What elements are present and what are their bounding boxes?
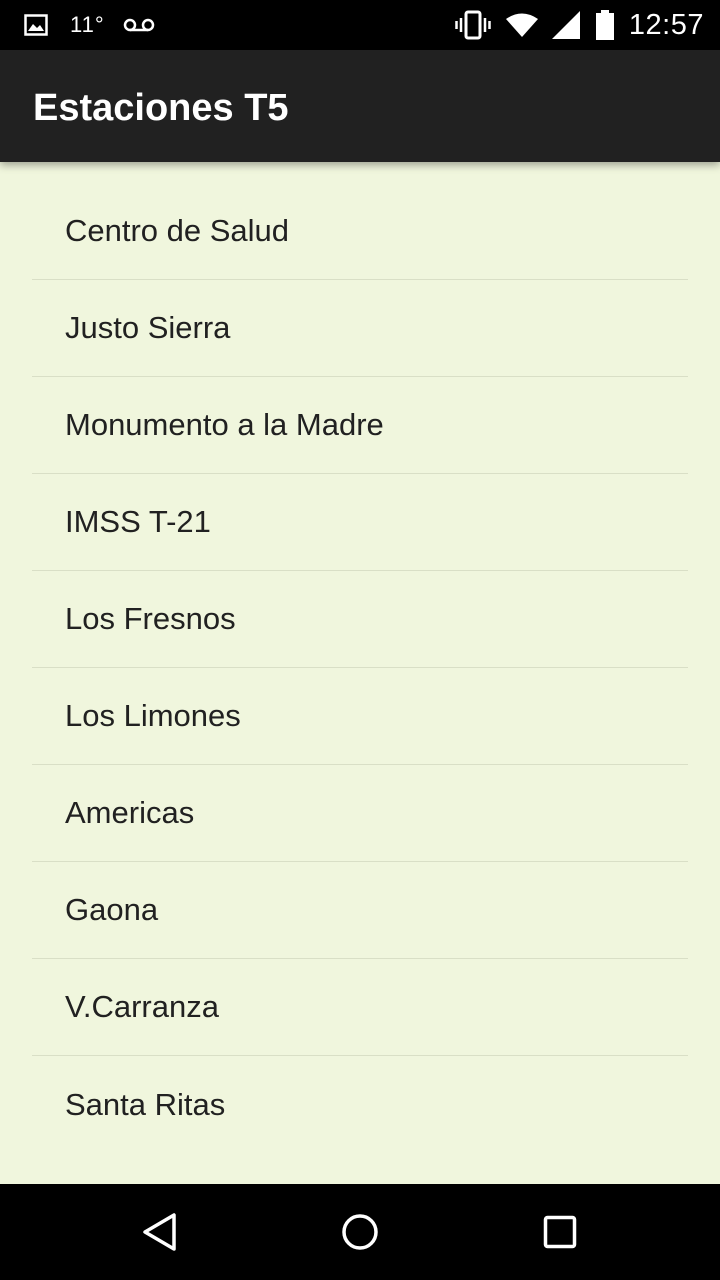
list-item-label: Gaona: [65, 892, 159, 927]
list-item[interactable]: Justo Sierra: [32, 280, 688, 377]
list-item-label: Los Limones: [65, 698, 241, 733]
recents-button[interactable]: [500, 1184, 620, 1280]
home-button[interactable]: [300, 1184, 420, 1280]
list-item[interactable]: Los Fresnos: [32, 571, 688, 668]
list-item-label: Americas: [65, 795, 195, 830]
voicemail-icon: [123, 17, 155, 33]
list-item-label: IMSS T-21: [65, 504, 211, 539]
list-item[interactable]: Gaona: [32, 862, 688, 959]
temperature-text: 11°: [70, 12, 105, 37]
list-item[interactable]: IMSS T-21: [32, 474, 688, 571]
status-left: 11°: [24, 0, 155, 50]
list-item-label: Los Fresnos: [65, 601, 236, 636]
list-item[interactable]: Centro de Salud: [32, 183, 688, 280]
list-item-label: Justo Sierra: [65, 310, 231, 345]
signal-icon: [551, 10, 581, 40]
page-title: Estaciones T5: [33, 87, 289, 129]
station-list[interactable]: Centro de Salud Justo Sierra Monumento a…: [0, 183, 720, 1153]
vibrate-icon: [455, 10, 491, 40]
image-icon: [24, 14, 48, 36]
status-right: 12:57: [455, 0, 704, 50]
app-bar: Estaciones T5: [0, 50, 720, 162]
list-item[interactable]: Los Limones: [32, 668, 688, 765]
list-item-label: V.Carranza: [65, 989, 219, 1024]
clock-text: 12:57: [628, 8, 704, 41]
back-button[interactable]: [100, 1184, 220, 1280]
navigation-bar: [0, 1184, 720, 1280]
battery-icon: [595, 10, 615, 40]
list-item-label: Centro de Salud: [65, 213, 290, 248]
list-item-label: Monumento a la Madre: [65, 407, 384, 442]
wifi-icon: [505, 12, 539, 38]
list-item[interactable]: Americas: [32, 765, 688, 862]
status-bar: 11° 12:57: [0, 0, 720, 50]
back-icon: [141, 1212, 179, 1252]
list-item[interactable]: Santa Ritas: [32, 1056, 688, 1153]
home-icon: [341, 1213, 379, 1251]
list-item[interactable]: V.Carranza: [32, 959, 688, 1056]
screen: 11° 12:57 Estaciones T5 Centro de Salud …: [0, 0, 720, 1280]
recents-icon: [543, 1215, 577, 1249]
list-item[interactable]: Monumento a la Madre: [32, 377, 688, 474]
list-item-label: Santa Ritas: [65, 1086, 226, 1122]
